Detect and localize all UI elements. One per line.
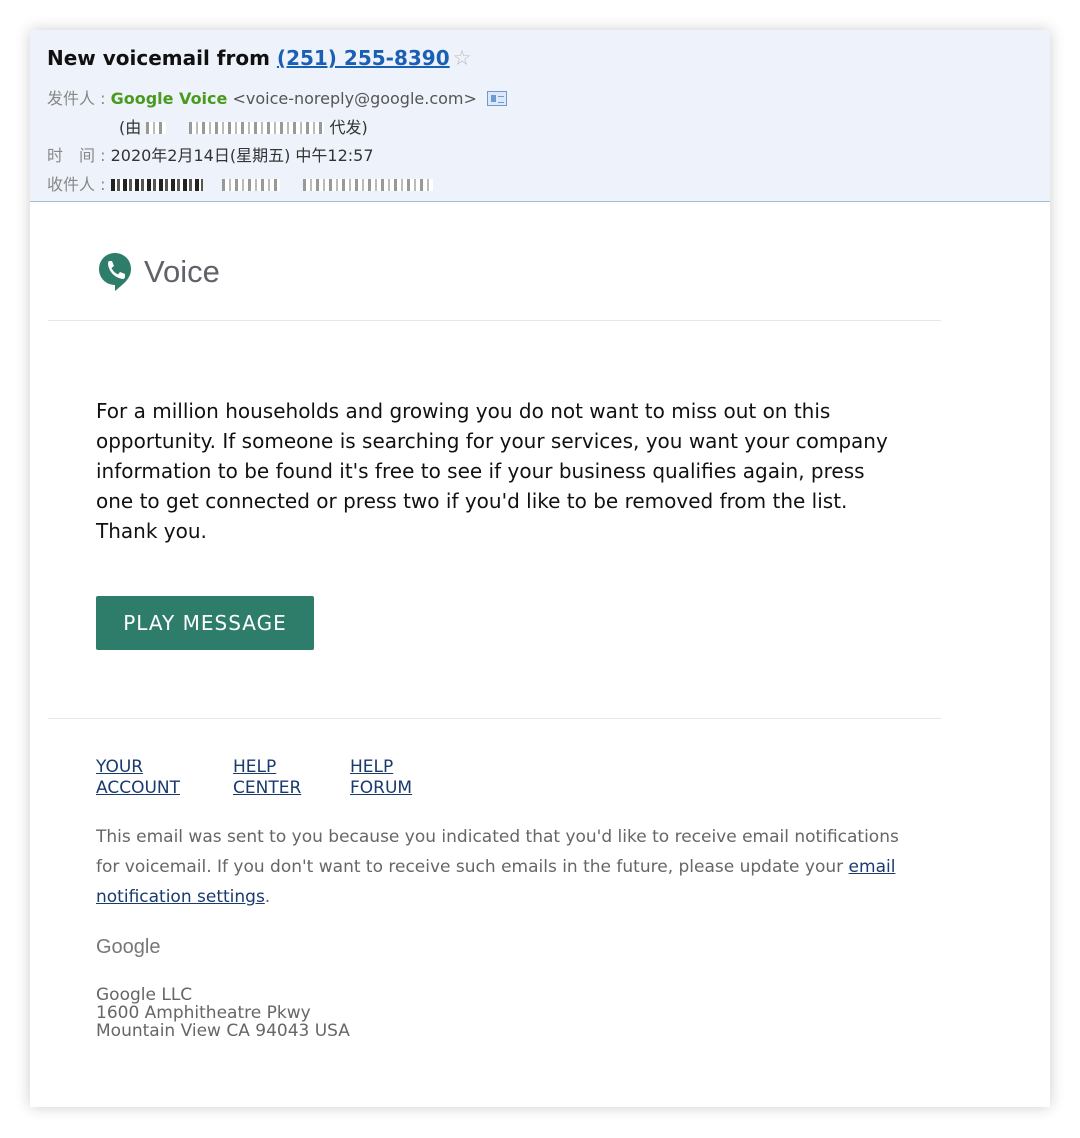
address-line: 1600 Amphitheatre Pkwy (96, 1003, 311, 1023)
email-view: New voicemail from (251) 255-8390 ☆ 发件人 :… (30, 30, 1050, 1107)
time-value: 2020年2月14日(星期五) 中午12:57 (110, 146, 374, 165)
help-forum-link[interactable]: HELP FORUM (350, 757, 412, 799)
via-row: (由 代发) (119, 114, 368, 138)
via-prefix: (由 (119, 118, 142, 137)
from-row: 发件人 : Google Voice <voice-noreply@google… (47, 85, 507, 109)
sender-email: <voice-noreply@google.com> (232, 89, 477, 108)
voice-logo-icon (99, 253, 131, 291)
help-center-link[interactable]: HELP CENTER (233, 757, 301, 799)
voicemail-transcript: For a million households and growing you… (96, 399, 888, 543)
your-account-link[interactable]: YOUR ACCOUNT (96, 757, 180, 799)
via-suffix: 代发) (329, 118, 368, 137)
link-line: HELP (233, 757, 277, 777)
notice-end: . (264, 887, 271, 907)
link-line: HELP (350, 757, 394, 777)
time-label: 时 间 : (47, 146, 106, 165)
redacted-text (146, 122, 167, 134)
link-line: YOUR (96, 757, 144, 777)
email-header: New voicemail from (251) 255-8390 ☆ 发件人 :… (30, 30, 1050, 202)
address-line: Mountain View CA 94043 USA (96, 1021, 350, 1041)
link-line: ACCOUNT (96, 778, 180, 798)
from-label: 发件人 : (47, 89, 106, 108)
play-message-button[interactable]: PLAY MESSAGE (96, 596, 314, 650)
email-subject: New voicemail from (251) 255-8390 ☆ (47, 46, 471, 70)
divider (48, 718, 941, 719)
address-line: Google LLC (96, 985, 193, 1005)
redacted-text (189, 122, 325, 134)
contact-card-icon[interactable] (486, 91, 507, 106)
link-line: FORUM (350, 778, 413, 798)
link-line: CENTER (233, 778, 302, 798)
redacted-text (221, 179, 280, 191)
redacted-text (110, 179, 203, 191)
company-address: Google LLC 1600 Amphitheatre Pkwy Mounta… (96, 986, 350, 1040)
notice-text: This email was sent to you because you i… (96, 827, 899, 877)
voice-brand-name: Voice (144, 254, 220, 289)
star-icon[interactable]: ☆ (453, 46, 472, 70)
caller-phone-link[interactable]: (251) 255-8390 (277, 46, 450, 70)
redacted-text (302, 179, 433, 191)
notification-notice: This email was sent to you because you i… (96, 822, 916, 912)
to-row: 收件人 : (47, 171, 433, 195)
google-logo: Google (96, 936, 161, 958)
to-label: 收件人 : (47, 175, 106, 194)
sender-name[interactable]: Google Voice (111, 89, 228, 108)
time-row: 时 间 : 2020年2月14日(星期五) 中午12:57 (47, 142, 374, 166)
subject-prefix: New voicemail from (47, 46, 270, 70)
divider (48, 320, 941, 321)
